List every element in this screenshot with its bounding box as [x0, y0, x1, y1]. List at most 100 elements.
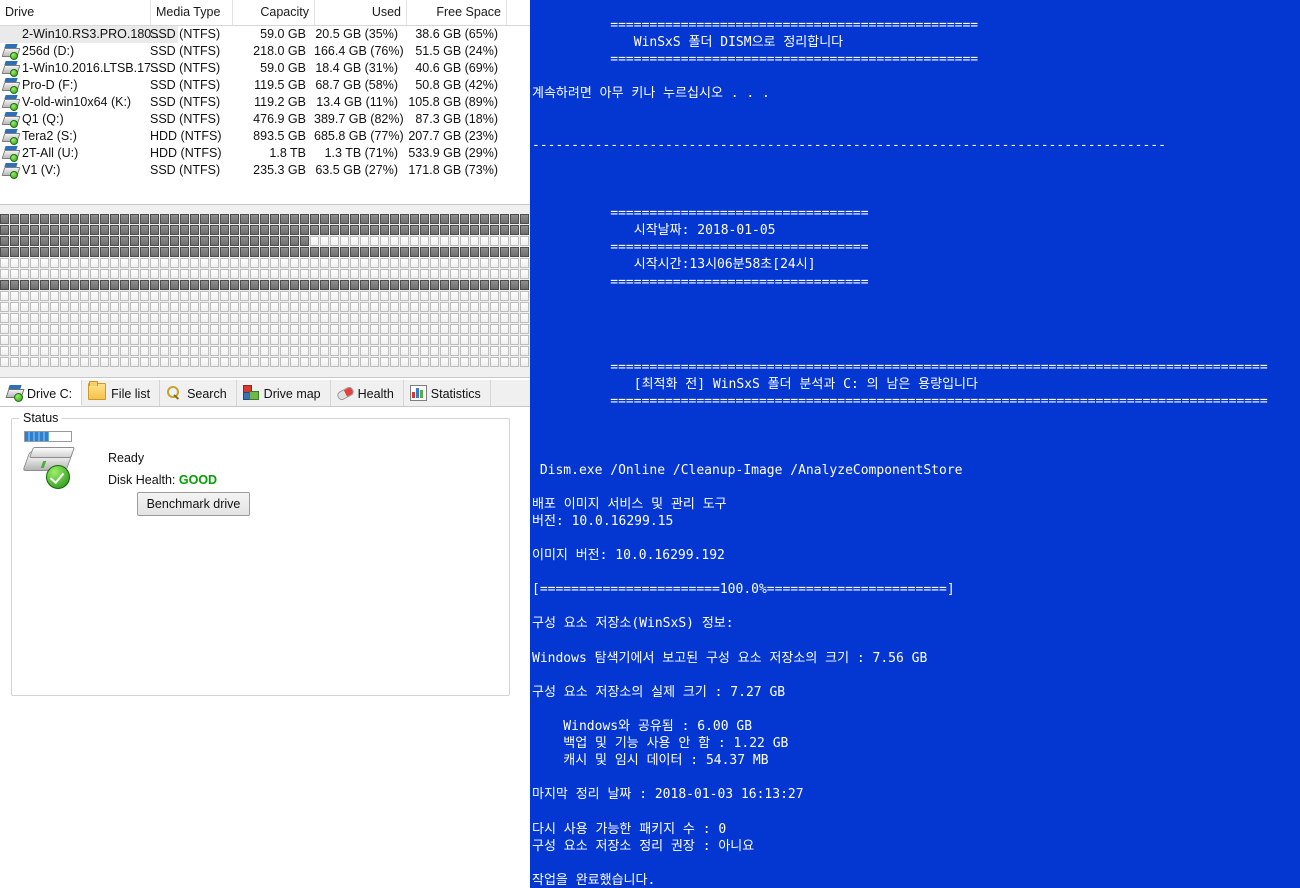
drive-map-block [130, 324, 140, 335]
drive-row[interactable]: V-old-win10x64 (K:) SSD (NTFS) 119.2 GB 13.… [0, 94, 530, 111]
drive-map-block [170, 280, 180, 291]
cell-free: 50.8 GB (42%) [415, 78, 498, 92]
drive-map-block [420, 214, 430, 225]
drive-map-block [180, 346, 190, 357]
drive-map-block [310, 214, 320, 225]
drive-map-block [480, 214, 490, 225]
column-header-fragmented[interactable]: F [506, 0, 530, 25]
drive-map-block [350, 357, 360, 368]
drive-map-block [70, 225, 80, 236]
drive-map-block [240, 335, 250, 346]
drive-map-block [400, 258, 410, 269]
drive-map-block [410, 214, 420, 225]
drive-map-block [370, 324, 380, 335]
drive-map-block [250, 302, 260, 313]
disk-tool-window: DriveMedia TypeCapacityUsedFree SpaceF 2… [0, 0, 530, 888]
drive-map-block [290, 302, 300, 313]
tab-search[interactable]: Search [160, 380, 237, 406]
drive-map-block [520, 313, 530, 324]
drive-map-block [210, 214, 220, 225]
drive-map-block [0, 357, 10, 368]
column-header-drive[interactable]: Drive [0, 0, 150, 25]
drive-map-block [190, 225, 200, 236]
drive-map-block [70, 258, 80, 269]
drive-map-block [240, 214, 250, 225]
benchmark-drive-button[interactable]: Benchmark drive [137, 492, 250, 516]
drive-row[interactable]: 2-Win10.RS3.PRO.180… SSD (NTFS) 59.0 GB 20.… [0, 26, 530, 43]
drive-map-block [20, 247, 30, 258]
drive-map-block [150, 247, 160, 258]
drive-map-block [50, 346, 60, 357]
tab-statistics[interactable]: Statistics [403, 380, 491, 406]
cell-capacity: 893.5 GB [253, 129, 306, 143]
drive-map-block [160, 357, 170, 368]
cell-capacity: 119.5 GB [254, 78, 306, 92]
cell-free: 207.7 GB (23%) [408, 129, 498, 143]
drive-map-block [170, 214, 180, 225]
tab-drive-c[interactable]: Drive C: [0, 380, 83, 406]
tab-drive-map[interactable]: Drive map [236, 380, 331, 406]
drive-map-block [340, 258, 350, 269]
drive-row[interactable]: 1-Win10.2016.LTSB.17… SSD (NTFS) 59.0 GB 18… [0, 60, 530, 77]
drive-map-block [20, 324, 30, 335]
drive-map-block [250, 313, 260, 324]
console-line: 구성 요소 저장소(WinSxS) 정보: [532, 616, 734, 632]
drive-map-block [80, 280, 90, 291]
drive-map-block [230, 346, 240, 357]
drive-map-block [210, 313, 220, 324]
drive-map-block [510, 280, 520, 291]
drive-map-block [230, 357, 240, 368]
drive-map-block [510, 236, 520, 247]
cell-capacity: 235.3 GB [253, 163, 306, 177]
drive-map-block [510, 302, 520, 313]
column-header-capacity[interactable]: Capacity [232, 0, 314, 25]
drive-map-block [340, 346, 350, 357]
drive-map-block [460, 214, 470, 225]
drive-row[interactable]: Q1 (Q:) SSD (NTFS) 476.9 GB 389.7 GB (82%) 8… [0, 111, 530, 128]
console-line: ========================================… [532, 359, 1268, 375]
drive-map-block [100, 225, 110, 236]
drive-map-block [410, 302, 420, 313]
drive-map-block [350, 335, 360, 346]
column-header-used[interactable]: Used [314, 0, 406, 25]
drive-map-block [280, 258, 290, 269]
column-header-free[interactable]: Free Space [406, 0, 506, 25]
drive-row[interactable]: 2T-All (U:) HDD (NTFS) 1.8 TB 1.3 TB (71%) 5… [0, 145, 530, 162]
command-prompt-window[interactable]: ================================= =======… [530, 0, 1300, 888]
drive-row[interactable]: V1 (V:) SSD (NTFS) 235.3 GB 63.5 GB (27%) 17… [0, 162, 530, 179]
drive-row[interactable]: Pro-D (F:) SSD (NTFS) 119.5 GB 68.7 GB (58%… [0, 77, 530, 94]
drive-map-block [130, 236, 140, 247]
drive-map-block [50, 302, 60, 313]
drive-map-block [420, 247, 430, 258]
drive-map-block [520, 280, 530, 291]
drive-map-block [450, 291, 460, 302]
drive-map-block [10, 313, 20, 324]
column-header-media[interactable]: Media Type [150, 0, 232, 25]
tab-file-list[interactable]: File list [82, 380, 161, 406]
disk-health-value: GOOD [178, 473, 218, 487]
status-legend-label: Status [19, 411, 63, 425]
drive-map-block [300, 258, 310, 269]
cell-media: SSD (NTFS) [150, 112, 221, 126]
drive-map-block [140, 324, 150, 335]
drive-map-block [370, 302, 380, 313]
drive-map-panel[interactable] [0, 204, 530, 378]
drive-map-block [170, 335, 180, 346]
drive-row[interactable]: 256d (D:) SSD (NTFS) 218.0 GB 166.4 GB (76%… [0, 43, 530, 60]
drive-row[interactable]: Tera2 (S:) HDD (NTFS) 893.5 GB 685.8 GB (77… [0, 128, 530, 145]
drive-map-block [250, 291, 260, 302]
drive-map-block [430, 280, 440, 291]
drive-map-block [210, 225, 220, 236]
drive-map-block [400, 335, 410, 346]
drive-map-block [350, 258, 360, 269]
drive-map-block [390, 302, 400, 313]
drive-map-block [320, 236, 330, 247]
drive-map-grid[interactable] [0, 214, 530, 369]
drive-map-block [250, 247, 260, 258]
drive-map-block [210, 236, 220, 247]
tab-health[interactable]: Health [330, 380, 404, 406]
drive-map-block [380, 335, 390, 346]
drive-map-block [190, 346, 200, 357]
drive-map-block [100, 313, 110, 324]
